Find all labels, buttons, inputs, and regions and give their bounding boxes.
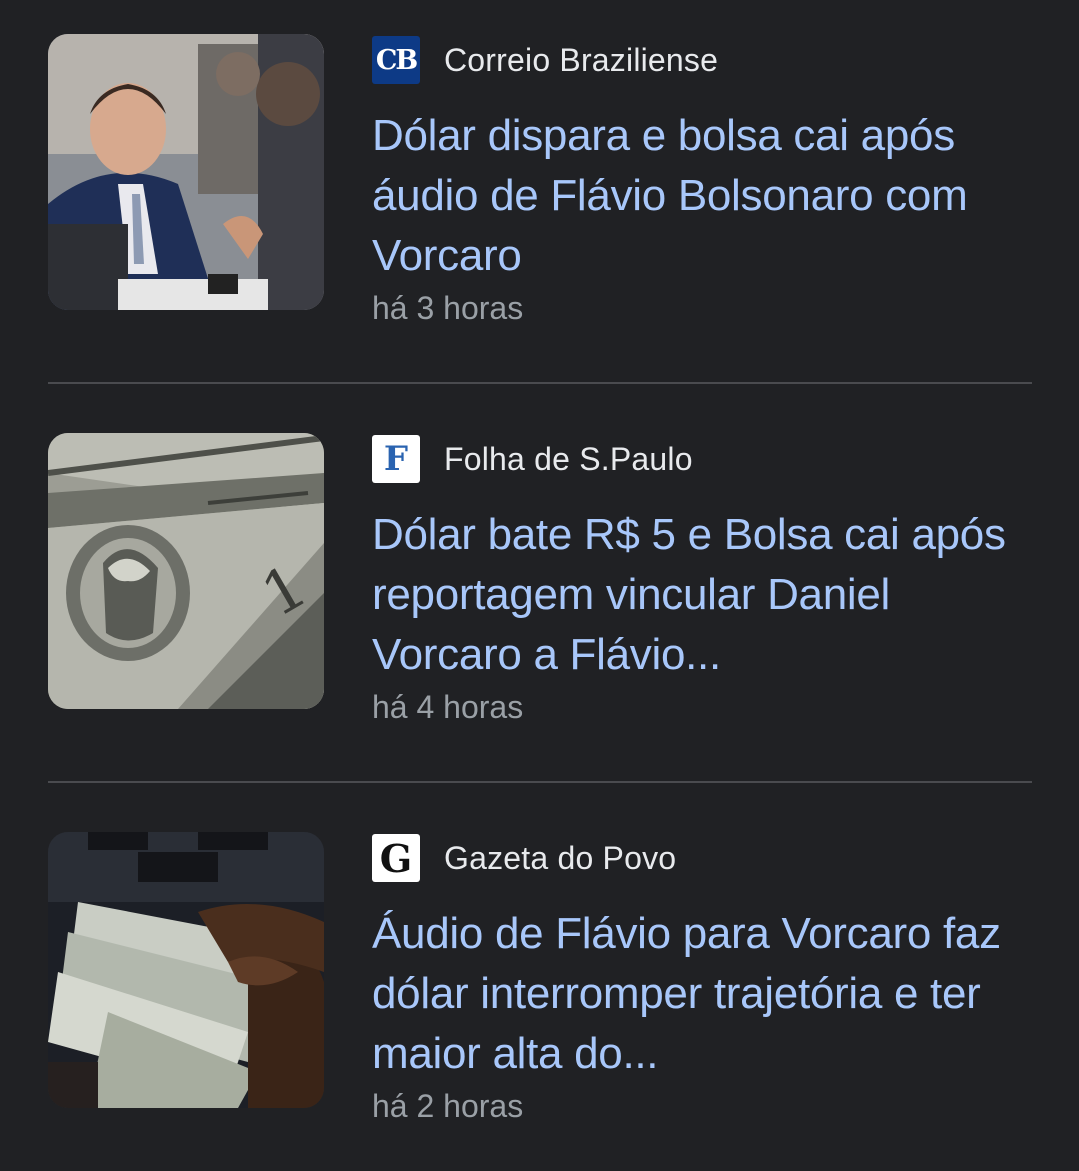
news-card[interactable]: G Gazeta do Povo Áudio de Flávio para Vo… [48,832,1032,1132]
publisher-logo-text: F [383,439,409,479]
news-card[interactable]: 1 F Folha de S.Paulo Dólar bate R$ 5 e B… [48,433,1032,733]
source-name: Gazeta do Povo [444,839,677,876]
article-thumbnail[interactable]: 1 [48,433,324,709]
article-thumbnail[interactable] [48,34,324,310]
publisher-logo-icon: G [372,834,420,882]
source-row[interactable]: CB Correio Braziliense [372,36,718,84]
publisher-logo-icon: CB [372,36,420,84]
source-name: Correio Braziliense [444,41,719,78]
source-row[interactable]: F Folha de S.Paulo [372,435,693,483]
article-headline[interactable]: Dólar dispara e bolsa cai após áudio de … [372,106,1032,286]
article-timestamp: há 3 horas [372,290,524,326]
publisher-logo-text: G [379,835,413,881]
article-headline[interactable]: Dólar bate R$ 5 e Bolsa cai após reporta… [372,505,1032,685]
article-timestamp: há 2 horas [372,1088,524,1124]
news-feed: CB Correio Braziliense Dólar dispara e b… [0,0,1079,1171]
publisher-logo-icon: F [372,435,420,483]
source-row[interactable]: G Gazeta do Povo [372,834,676,882]
divider [48,382,1032,384]
article-thumbnail[interactable] [48,832,324,1108]
article-timestamp: há 4 horas [372,689,524,725]
divider [48,781,1032,783]
news-card[interactable]: CB Correio Braziliense Dólar dispara e b… [48,34,1032,334]
source-name: Folha de S.Paulo [444,440,693,477]
article-headline[interactable]: Áudio de Flávio para Vorcaro faz dólar i… [372,904,1032,1084]
publisher-logo-text: CB [375,44,418,76]
